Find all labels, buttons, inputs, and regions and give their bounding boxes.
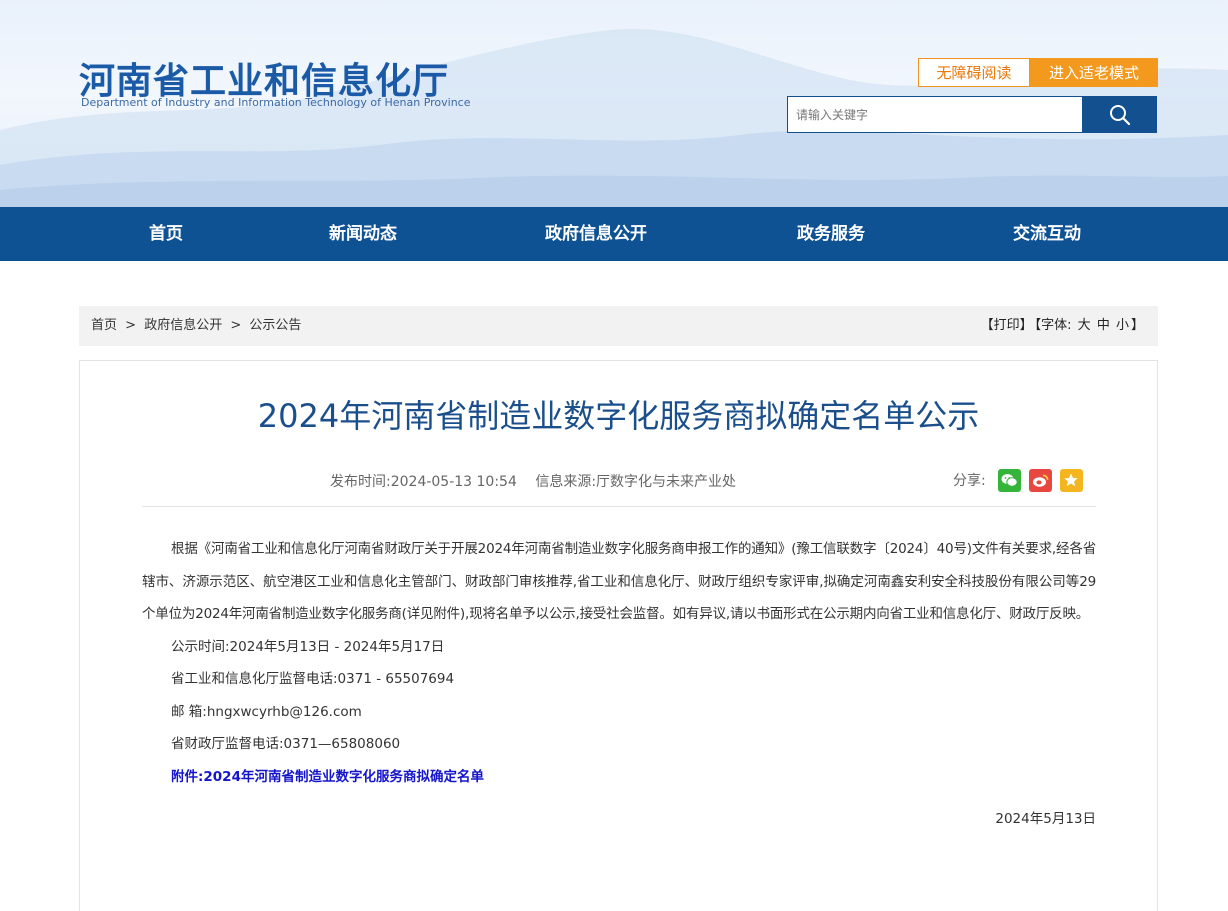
nav-item-interaction[interactable]: 交流互动 xyxy=(1013,207,1081,261)
attachment-link[interactable]: 附件:2024年河南省制造业数字化服务商拟确定名单 xyxy=(142,761,1096,794)
search-button[interactable] xyxy=(1082,96,1157,133)
font-size-label: 【字体: xyxy=(1034,318,1072,333)
notice-period: 公示时间:2024年5月13日 - 2024年5月17日 xyxy=(171,638,445,655)
article-meta: 发布时间:2024-05-13 10:54 信息来源:厅数字化与未来产业处 xyxy=(330,471,750,491)
nav-item-gov-info[interactable]: 政府信息公开 xyxy=(545,207,647,261)
breadcrumb-separator: > xyxy=(230,318,242,333)
print-button[interactable]: 【打印】 xyxy=(981,318,1033,333)
nav-item-services[interactable]: 政务服务 xyxy=(797,207,865,261)
contact-email: 邮 箱:hngxwcyrhb@126.com xyxy=(171,703,362,720)
favorite-icon[interactable] xyxy=(1059,468,1083,492)
site-logo-english: Department of Industry and Information T… xyxy=(81,96,471,109)
elder-mode-button[interactable]: 进入适老模式 xyxy=(1030,58,1158,87)
search-icon xyxy=(1109,104,1130,125)
supervision-phone-finance: 省财政厅监督电话:0371—65808060 xyxy=(171,736,401,752)
breadcrumb-separator: > xyxy=(125,318,137,333)
font-small-button[interactable]: 小 xyxy=(1116,318,1129,333)
breadcrumb-notices[interactable]: 公示公告 xyxy=(249,318,301,333)
search-box xyxy=(787,96,1083,133)
wechat-icon[interactable] xyxy=(997,468,1021,492)
meta-divider xyxy=(142,506,1096,507)
font-large-button[interactable]: 大 xyxy=(1078,318,1091,333)
article-paragraph: 根据《河南省工业和信息化厅河南省财政厅关于开展2024年河南省制造业数字化服务商… xyxy=(142,541,1096,622)
share-bar: 分享: xyxy=(953,468,1083,492)
page-tools: 【打印】 【字体: 大 中 小】 xyxy=(979,306,1144,346)
breadcrumb-gov-info[interactable]: 政府信息公开 xyxy=(144,318,222,333)
info-source: 信息来源:厅数字化与未来产业处 xyxy=(535,474,737,490)
breadcrumb-home[interactable]: 首页 xyxy=(91,318,117,333)
share-label: 分享: xyxy=(953,473,986,489)
article-title: 2024年河南省制造业数字化服务商拟确定名单公示 xyxy=(257,397,980,435)
nav-item-news[interactable]: 新闻动态 xyxy=(329,207,397,261)
search-input[interactable] xyxy=(788,97,1082,132)
supervision-phone-dept: 省工业和信息化厅监督电话:0371 - 65507694 xyxy=(171,671,455,687)
font-size-suffix: 】 xyxy=(1130,318,1144,333)
breadcrumb: 首页 > 政府信息公开 > 公示公告 xyxy=(91,306,305,346)
header-banner: 河南省工业和信息化厅 Department of Industry and In… xyxy=(0,0,1228,207)
font-medium-button[interactable]: 中 xyxy=(1097,318,1110,333)
article-body: 根据《河南省工业和信息化厅河南省财政厅关于开展2024年河南省制造业数字化服务商… xyxy=(142,533,1096,836)
accessible-reading-button[interactable]: 无障碍阅读 xyxy=(918,58,1030,87)
main-nav: 首页 新闻动态 政府信息公开 政务服务 交流互动 xyxy=(0,207,1228,261)
publish-time: 发布时间:2024-05-13 10:54 xyxy=(330,474,517,490)
breadcrumb-bar: 首页 > 政府信息公开 > 公示公告 【打印】 【字体: 大 中 小】 xyxy=(79,306,1158,346)
signature-date: 2024年5月13日 xyxy=(995,811,1096,827)
article-container: 2024年河南省制造业数字化服务商拟确定名单公示 发布时间:2024-05-13… xyxy=(79,360,1158,911)
weibo-icon[interactable] xyxy=(1028,468,1052,492)
nav-item-home[interactable]: 首页 xyxy=(149,207,183,261)
